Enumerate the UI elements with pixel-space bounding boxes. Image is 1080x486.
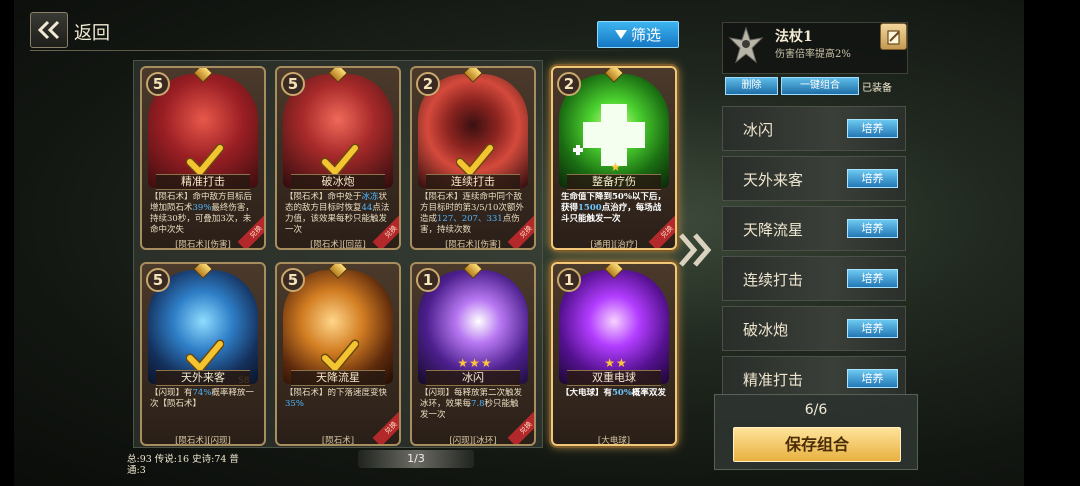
list-item[interactable]: 冰闪 培养	[722, 106, 906, 151]
card-name: 天外来客	[156, 370, 250, 386]
delete-button[interactable]: 删除	[725, 77, 778, 95]
skill-name: 天外来客	[743, 171, 804, 189]
right-frame	[1024, 0, 1080, 486]
header-divider	[30, 50, 690, 51]
card-description: 【陨石术】命中处于冰冻状态的敌方目标时恢复44点法力值，该效果每秒只能触发一次	[285, 192, 390, 234]
card-description: 【陨石术】连续命中同个敌方目标时的第3/5/10次额外造成127、207、331…	[420, 192, 524, 234]
card-name: 精准打击	[156, 174, 250, 190]
card-cost: 5	[146, 72, 170, 96]
card-cost: 5	[281, 268, 305, 292]
skill-card[interactable]: 1 ★★ 双重电球【大电球】有50%概率双发 [大电球]	[551, 262, 677, 446]
skill-name: 冰闪	[743, 121, 774, 139]
train-button[interactable]: 培养	[847, 119, 898, 138]
card-description: 生命值下降到50%以下后，获得1500点治疗，每场战斗只能触发一次	[561, 192, 666, 224]
card-name: 双重电球	[567, 370, 661, 386]
list-item[interactable]: 天降流星 培养	[722, 206, 906, 251]
card-tags: [陨石术][伤害]	[175, 240, 231, 250]
card-stats: 总:93 传说:16 史诗:74 普通:3	[127, 454, 239, 476]
skill-card[interactable]: 5 天降流星 【陨石术】的下落速度变快35% [陨石术] 兑换	[275, 262, 401, 446]
star-rating: ★	[610, 160, 622, 174]
card-description: 【闪现】有74%概率释放一次【陨石术】	[150, 388, 254, 409]
card-name: 连续打击	[426, 174, 520, 190]
list-item[interactable]: 精准打击 培养	[722, 356, 906, 396]
back-label[interactable]: 返回	[74, 19, 110, 45]
skill-card[interactable]: 5 精准打击【陨石术】命中敌方目标后增加陨石术39%最终伤害，持续30秒，可叠加3…	[140, 66, 266, 250]
card-tags: [闪现][冰环]	[449, 436, 497, 446]
card-cost: 1	[416, 268, 440, 292]
star-rating: ★★	[604, 356, 628, 370]
skill-name: 精准打击	[743, 371, 804, 389]
scroll-edit-icon	[886, 29, 900, 45]
card-description: 【大电球】有50%概率双发	[561, 388, 666, 398]
card-tags: [陨石术][伤害]	[445, 240, 501, 250]
list-item[interactable]: 天外来客 培养	[722, 156, 906, 201]
card-cost: 1	[557, 268, 581, 292]
skill-name: 连续打击	[743, 271, 804, 289]
edit-button[interactable]	[880, 23, 907, 50]
card-name: 冰闪	[426, 370, 520, 386]
skill-card[interactable]: 1 ★★★ 冰闪【闪现】每释放第二次触发冰环，效果每7.8秒只能触发一次 [闪现][冰…	[410, 262, 536, 446]
card-tags: [陨石术][闪现]	[175, 436, 231, 446]
train-button[interactable]: 培养	[847, 369, 898, 388]
star-rating: ★★★	[457, 356, 493, 370]
card-tags: [通用][治疗]	[590, 240, 638, 250]
double-chevron-left-icon	[37, 20, 60, 40]
weapon-name: 法杖1	[775, 29, 813, 45]
save-combination-button[interactable]: 保存组合	[733, 427, 901, 462]
skill-name: 破冰炮	[743, 321, 789, 339]
skill-card[interactable]: 2 连续打击【陨石术】连续命中同个敌方目标时的第3/5/10次额外造成127、20…	[410, 66, 536, 250]
weapon-description: 伤害倍率提高2%	[775, 49, 851, 60]
train-button[interactable]: 培养	[847, 319, 898, 338]
train-button[interactable]: 培养	[847, 169, 898, 188]
list-item[interactable]: 连续打击 培养	[722, 256, 906, 301]
card-description: 【陨石术】的下落速度变快35%	[285, 388, 388, 409]
filter-button[interactable]: 筛选	[597, 21, 679, 48]
page-indicator[interactable]: 1/3	[358, 450, 474, 468]
train-button[interactable]: 培养	[847, 219, 898, 238]
card-cost: 2	[416, 72, 440, 96]
card-cost: 5	[146, 268, 170, 292]
filter-label: 筛选	[630, 26, 661, 44]
left-frame	[0, 0, 14, 486]
card-tags: [陨石术]	[321, 436, 355, 446]
triangle-down-icon	[614, 30, 627, 39]
equipped-label: 已装备	[862, 83, 892, 94]
card-name: 天降流星	[291, 370, 385, 386]
skill-name: 天降流星	[743, 221, 804, 239]
card-cost: 2	[557, 72, 581, 96]
card-description: 【陨石术】命中敌方目标后增加陨石术39%最终伤害，持续30秒，可叠加3次，未命中…	[150, 192, 254, 234]
card-cost: 5	[281, 72, 305, 96]
back-button[interactable]	[30, 12, 68, 48]
card-description: 【闪现】每释放第二次触发冰环，效果每7.8秒只能触发一次	[420, 388, 523, 420]
slot-count: 6/6	[804, 402, 828, 418]
skill-card[interactable]: 2 ★ 整备疗伤生命值下降到50%以下后，获得1500点治疗，每场战斗只能触发一次 […	[551, 66, 677, 250]
list-item[interactable]: 破冰炮 培养	[722, 306, 906, 351]
card-name: 整备疗伤	[567, 174, 661, 190]
equipped-list[interactable]: 冰闪 培养 天外来客 培养 天降流星 培养 连续打击 培养 破冰炮 培养 精准打…	[722, 106, 908, 396]
card-tags: [陨石术][回蓝]	[310, 240, 366, 250]
staff-emblem-icon	[728, 26, 764, 64]
card-tags: [大电球]	[597, 436, 631, 446]
double-arrow-right-icon	[679, 233, 712, 267]
skill-card[interactable]: 5 破冰炮【陨石术】命中处于冰冻状态的敌方目标时恢复44点法力值，该效果每秒只能触…	[275, 66, 401, 250]
one-click-combine-button[interactable]: 一键组合	[781, 77, 859, 95]
card-name: 破冰炮	[291, 174, 385, 190]
train-button[interactable]: 培养	[847, 269, 898, 288]
skill-card[interactable]: 5S8天外来客【闪现】有74%概率释放一次【陨石术】[陨石术][闪现]	[140, 262, 266, 446]
